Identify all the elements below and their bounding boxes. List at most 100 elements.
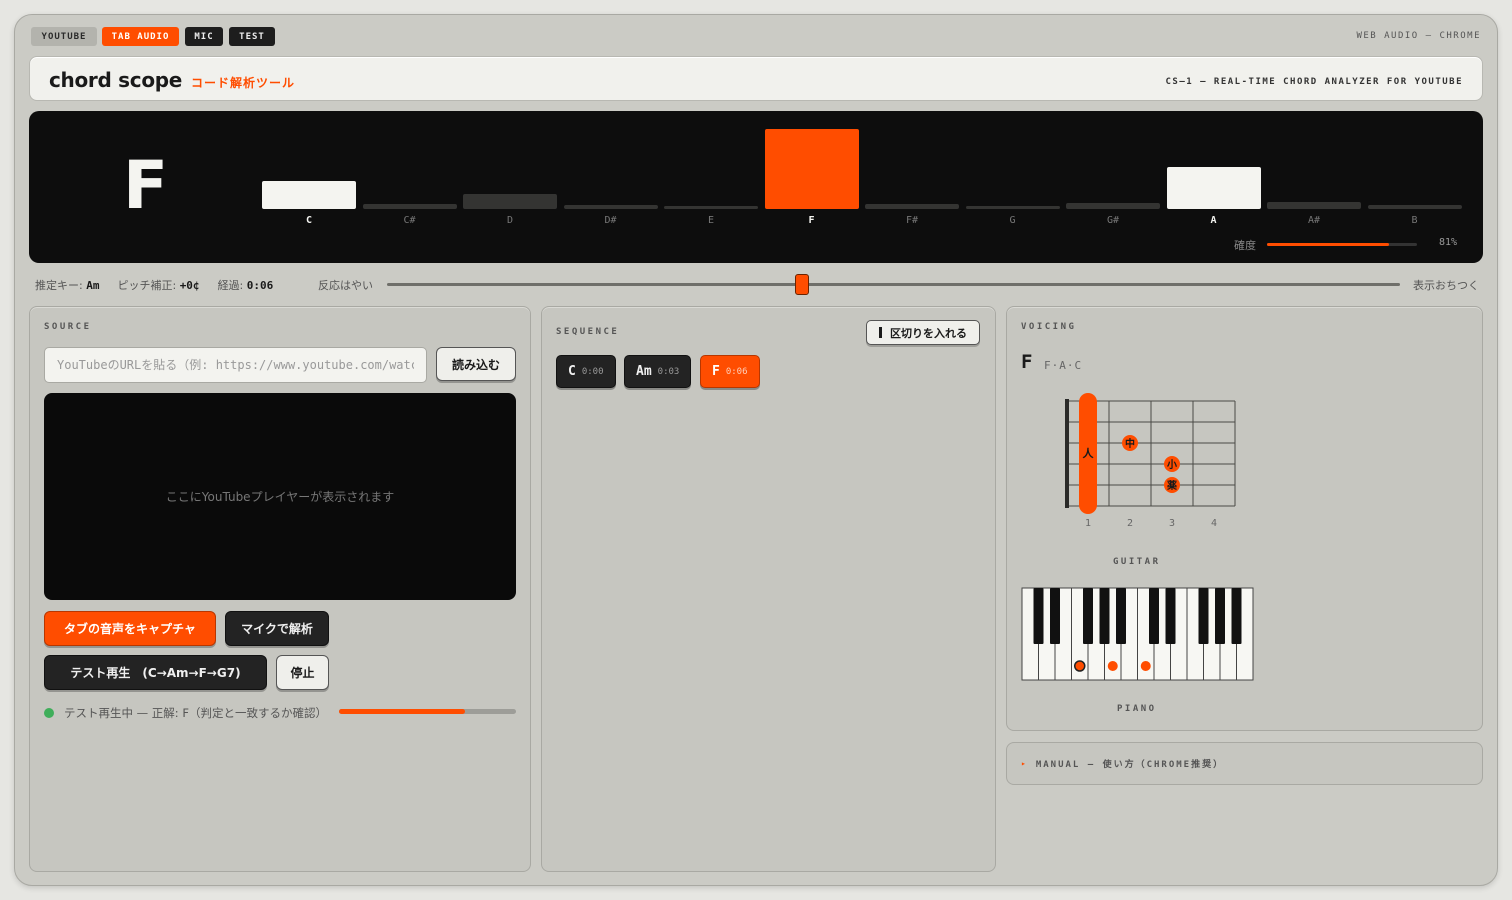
test-play-button[interactable]: テスト再生 (C→Am→F→G7) [44,655,267,690]
sequence-panel: SEQUENCE 区切りを入れる C 0:00 Am 0:03 F 0:06 [541,306,996,872]
player-placeholder: ここにYouTubeプレイヤーが表示されます [165,490,395,504]
app-subtitle: コード解析ツール [191,76,296,90]
piano-black-key [1050,588,1060,644]
sequence-chip[interactable]: C 0:00 [556,355,616,388]
sequence-chip-active[interactable]: F 0:06 [700,355,760,388]
chroma-note-label: C [305,215,313,226]
manual-label: MANUAL — 使い方（CHROME推奨） [1035,760,1225,770]
current-chord: F [123,147,169,224]
piano-black-key [1231,588,1242,644]
piano-black-key [1083,588,1093,644]
test-status: テスト再生中 — 正解: F（判定と一致するか確認） [44,705,327,721]
piano-note-dot [1140,661,1151,671]
chroma-bar [563,205,658,209]
voicing-chord: F [1021,351,1033,373]
chroma-bar [1066,203,1160,209]
mic-analyze-button[interactable]: マイクで解析 [225,611,329,646]
test-progress [339,709,516,714]
mark-section-button[interactable]: 区切りを入れる [866,320,980,345]
status-row: 推定キー: Am ピッチ補正: +0¢ 経過: 0:06 [35,277,273,293]
smoothing-slider-thumb[interactable] [795,274,810,295]
chroma-note-label: E [707,215,715,226]
finger-label: 人 [1083,446,1095,460]
marker-icon [879,327,882,338]
piano-black-key [1033,588,1044,644]
voicing-title: VOICING [1021,322,1077,332]
chroma-note-label: C# [403,215,416,226]
app-title: chord scope [49,68,183,92]
confidence-value: 81% [1439,237,1458,248]
fret-number: 4 [1211,518,1217,529]
tab-youtube[interactable]: YOUTUBE [31,27,97,46]
load-button[interactable]: 読み込む [436,347,516,381]
chroma-bar [1166,167,1261,209]
chroma-bar [965,206,1060,209]
chroma-display: F 確度 81% C C# D D# E F F# G G# A A# B [29,111,1483,263]
app-window: YOUTUBE TAB AUDIO MIC TEST WEB AUDIO — C… [14,14,1498,886]
sequence-chip[interactable]: Am 0:03 [624,355,692,388]
tab-mic[interactable]: MIC [185,27,223,46]
guitar-chord-diagram: 人 中 小 薬 1 2 3 4 [1065,393,1236,529]
voicing-panel: VOICING F F·A·C 人 中 小 薬 1 2 3 4 GUITAR P… [1006,306,1483,731]
expand-triangle-icon: ▸ [1021,759,1028,768]
tab-test[interactable]: TEST [229,27,275,46]
chroma-note-label: B [1411,215,1418,226]
chroma-bar [764,129,859,209]
youtube-url-input[interactable] [44,347,427,383]
sequence-title: SEQUENCE [556,327,620,337]
app-tagline: CS—1 — REAL-TIME CHORD ANALYZER FOR YOUT… [1165,77,1463,87]
chroma-bar [1267,201,1361,209]
piano-black-key [1215,588,1225,644]
manual-toggle[interactable]: ▸ MANUAL — 使い方（CHROME推奨） [1006,742,1483,785]
chroma-bar [463,193,557,209]
confidence-meter [1267,243,1417,246]
pitch-readout: ピッチ補正: +0¢ [117,279,200,292]
chroma-bar [664,206,758,209]
chroma-note-label: A# [1307,215,1321,226]
chroma-note-label: A [1210,215,1217,226]
chroma-note-label: G# [1106,215,1120,226]
finger-label: 小 [1166,458,1177,471]
app-header: chord scope コード解析ツール CS—1 — REAL-TIME CH… [29,56,1483,101]
piano-keyboard [1021,587,1254,681]
chroma-note-label: D [506,215,514,226]
mark-section-label: 区切りを入れる [890,326,967,340]
voicing-notes: F·A·C [1044,359,1083,372]
tab-tab-audio[interactable]: TAB AUDIO [102,27,179,46]
finger-label: 中 [1125,437,1135,450]
source-title: SOURCE [44,322,92,332]
env-label: WEB AUDIO — CHROME [1356,31,1481,41]
finger-label: 薬 [1166,479,1178,492]
test-status-text: テスト再生中 — 正解: F（判定と一致するか確認） [64,706,327,720]
slider-min-label: 反応はやい [318,279,373,292]
piano-black-key [1198,588,1209,644]
piano-note-dot [1107,661,1118,671]
fret-number: 2 [1127,518,1133,529]
piano-note-dot [1074,660,1086,672]
status-dot-icon [44,708,54,718]
stop-button[interactable]: 停止 [276,655,329,690]
piano-black-key [1149,588,1159,644]
capture-tab-audio-button[interactable]: タブの音声をキャプチャ [44,611,216,646]
chroma-bar [865,204,959,209]
confidence-label: 確度 [1234,239,1256,252]
fret-number: 1 [1085,518,1091,529]
nut [1065,399,1069,508]
chroma-bar [1367,205,1462,209]
source-panel: SOURCE 読み込む ここにYouTubeプレイヤーが表示されます タブの音声… [29,306,531,872]
key-readout: 推定キー: Am [35,279,100,292]
chroma-note-label: D# [604,215,617,226]
chroma-bar [262,181,356,209]
piano-black-key [1116,588,1126,644]
confidence-fill [1267,243,1389,246]
chroma-note-label: F [808,215,815,226]
piano-caption: PIANO [1117,704,1157,714]
fret-number: 3 [1169,518,1175,529]
piano-black-key [1099,588,1110,644]
smoothing-slider-track[interactable] [387,283,1400,286]
chroma-bar [362,204,457,209]
elapsed-readout: 経過: 0:06 [217,279,274,292]
piano-black-key [1165,588,1176,644]
youtube-player[interactable]: ここにYouTubeプレイヤーが表示されます [44,393,516,600]
guitar-caption: GUITAR [1113,557,1161,567]
